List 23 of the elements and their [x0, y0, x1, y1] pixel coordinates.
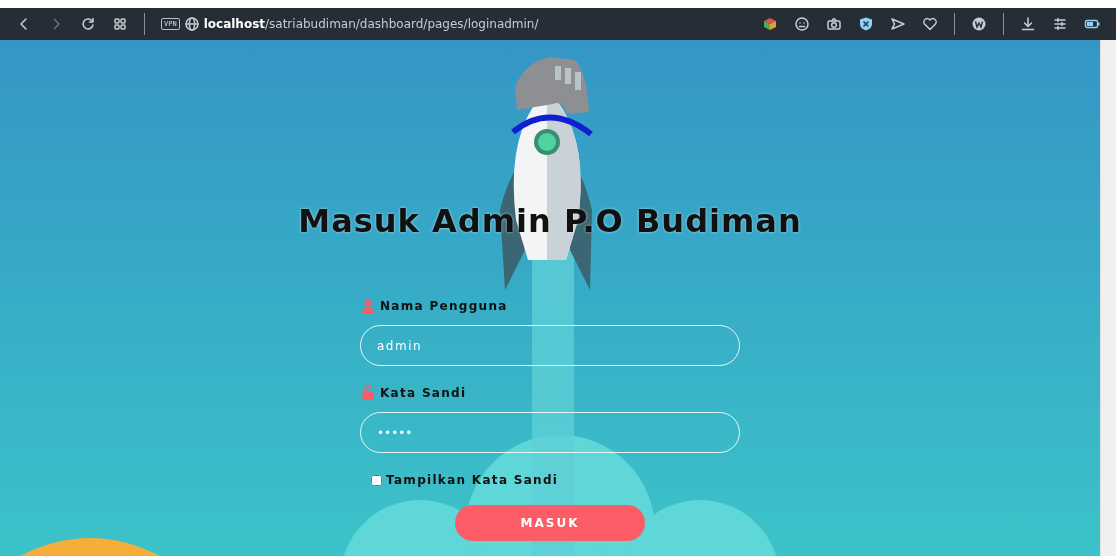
field-label: Kata Sandi: [380, 385, 467, 402]
download-icon[interactable]: [1020, 16, 1036, 32]
grid-icon[interactable]: [112, 16, 128, 32]
username-field[interactable]: admin: [360, 325, 740, 366]
shield-icon[interactable]: [858, 16, 874, 32]
password-field[interactable]: •••••: [360, 412, 740, 453]
show-password-checkbox[interactable]: [371, 474, 382, 486]
sliders-icon[interactable]: [1052, 16, 1068, 32]
smiley-icon[interactable]: [794, 16, 810, 32]
user-icon: [362, 299, 374, 313]
cube-icon[interactable]: [762, 16, 778, 32]
heart-icon[interactable]: [922, 16, 938, 32]
send-icon[interactable]: [890, 16, 906, 32]
padlock-icon: [362, 386, 374, 400]
login-button[interactable]: MASUK: [455, 505, 645, 541]
field-label: Nama Pengguna: [380, 298, 508, 315]
reload-icon[interactable]: [80, 16, 96, 32]
globe-icon[interactable]: [183, 16, 200, 32]
checkbox-label: Tampilkan Kata Sandi: [386, 472, 559, 489]
scrollbar[interactable]: [1100, 40, 1116, 556]
w-badge-icon[interactable]: [971, 16, 987, 32]
camera-icon[interactable]: [826, 16, 842, 32]
address-bar-url[interactable]: localhost/satriabudiman/dashboard/pages/loginadmin/: [203, 15, 539, 33]
